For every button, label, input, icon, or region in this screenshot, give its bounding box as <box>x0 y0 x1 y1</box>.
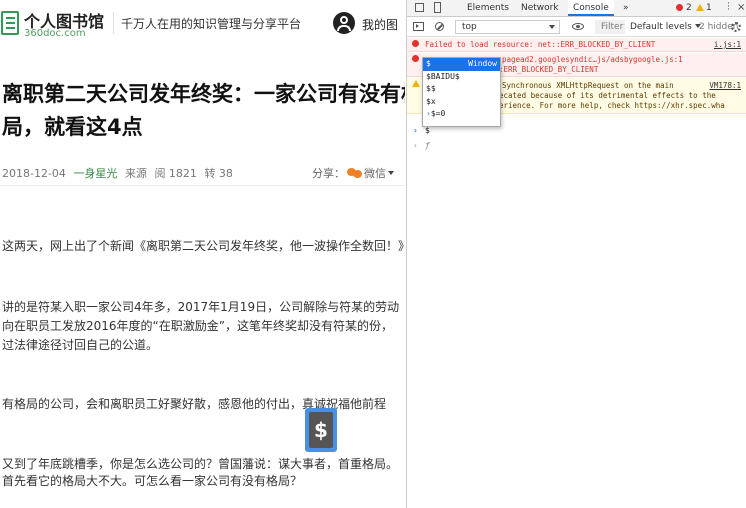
meta-divider <box>0 185 405 186</box>
console-message-error: Failed to load resource: net::ERR_BLOCKE… <box>407 38 746 52</box>
share-label: 分享： <box>312 167 345 180</box>
article-paragraph: 这两天，网上出了个新闻《离职第二天公司发年终奖，他一波操作全数回！》 <box>2 239 405 253</box>
article-paragraph: 首先看它的格局大不大。可怎么看一家公司有没有格局？ <box>2 474 303 488</box>
tab-network[interactable]: Network <box>521 3 559 13</box>
devtools-panel: Elements Network Console » 2 1 · · · × top… <box>406 0 746 508</box>
dollar-badge-icon[interactable]: $ <box>305 408 337 452</box>
console-input[interactable]: › $ <box>407 126 746 138</box>
warning-icon <box>412 80 420 87</box>
article-meta: 2018-12-04 一身星光 来源 阅 1821 转 38 <box>2 165 237 181</box>
context-select[interactable]: top <box>455 20 560 34</box>
warning-count-icon[interactable] <box>696 4 704 11</box>
article-paragraph: 有格局的公司，会和离职员工好聚好散，感恩他的付出，真诚祝福他前程 <box>2 397 387 411</box>
article-reads: 阅 1821 <box>154 167 197 180</box>
share-channel[interactable]: 微信 <box>364 167 386 180</box>
prompt-arrow-icon: › <box>413 126 418 135</box>
return-arrow-icon: ‹ <box>413 141 418 150</box>
log-levels-label: Default levels <box>630 22 692 32</box>
wechat-icon[interactable] <box>347 167 362 178</box>
live-expression-eye-icon[interactable] <box>572 23 584 30</box>
chevron-down-icon <box>549 25 555 29</box>
autocomplete-item[interactable]: $x <box>423 96 500 109</box>
warning-count[interactable]: 1 <box>706 3 712 13</box>
clear-console-icon[interactable] <box>435 22 444 31</box>
device-toolbar-icon[interactable] <box>434 2 441 13</box>
autocomplete-item[interactable]: ›$=0 <box>423 108 500 121</box>
article-paragraph: 讲的是符某入职一家公司4年多，2017年1月19日，公司解除与符某的劳动 <box>2 300 400 314</box>
article-paragraph: 过法律途径讨回自己的公道。 <box>2 338 159 352</box>
header-divider <box>113 12 114 34</box>
user-avatar-icon[interactable] <box>333 12 355 34</box>
error-icon <box>412 55 419 62</box>
message-text: ] Synchronous XMLHttpRequest on the main <box>493 81 674 90</box>
error-icon <box>412 40 419 47</box>
console-output-text: ƒ <box>425 141 430 150</box>
message-text: ecated because of its detrimental effect… <box>499 91 716 100</box>
tab-elements[interactable]: Elements <box>467 3 509 13</box>
article-reposts: 转 38 <box>204 167 233 180</box>
gear-icon[interactable] <box>731 22 741 32</box>
context-value: top <box>462 22 477 32</box>
dollar-symbol: $ <box>309 412 333 448</box>
message-text[interactable]: erience. For more help, check https://xh… <box>499 101 725 111</box>
chevron-down-icon[interactable] <box>388 171 394 175</box>
message-source-link[interactable]: VM178:1 <box>709 81 741 91</box>
autocomplete-item[interactable]: $BAIDU$ <box>423 71 500 84</box>
autocomplete-item[interactable]: $ Window <box>423 58 500 71</box>
share-menu[interactable]: 分享： 微信 <box>312 165 394 181</box>
message-source-link[interactable]: i.js:1 <box>714 40 741 50</box>
more-tabs-icon[interactable]: » <box>623 3 629 13</box>
kebab-menu-icon[interactable]: · · · <box>727 0 730 15</box>
my-library-link[interactable]: 我的图 <box>362 16 405 33</box>
article-author[interactable]: 一身星光 <box>73 167 117 180</box>
sidebar-toggle-icon[interactable] <box>413 22 424 31</box>
message-text: :ERR_BLOCKED_BY_CLIENT <box>499 65 599 74</box>
error-count[interactable]: 2 <box>686 3 692 13</box>
message-text[interactable]: o pagead2.googlesyndic…js/adsbygoogle.js… <box>493 55 683 65</box>
site-domain: 360doc.com <box>24 28 86 39</box>
article-date: 2018-12-04 <box>2 167 66 180</box>
devtools-tabbar: Elements Network Console » 2 1 · · · × <box>407 0 746 17</box>
console-input-text[interactable]: $ <box>425 126 430 135</box>
autocomplete-type-hint: Window <box>468 59 497 68</box>
filter-input[interactable]: Filter <box>595 20 625 34</box>
close-icon[interactable]: × <box>737 2 745 13</box>
autocomplete-item[interactable]: $$ <box>423 83 500 96</box>
console-toolbar: top Filter Default levels 2 hidden <box>407 18 746 37</box>
article-paragraph: 向在职员工发放2016年度的“在职激励金”，这笔年终奖却没有符某的份， <box>2 319 393 333</box>
article-source: 来源 <box>124 167 147 180</box>
site-header: 个人图书馆 360doc.com 千万人在用的知识管理与分享平台 我的图 <box>0 0 405 46</box>
book-logo-icon[interactable] <box>1 11 19 35</box>
error-count-icon[interactable] <box>676 4 683 11</box>
article-title: 离职第二天公司发年终奖：一家公司有没有格局，就看这4点 <box>2 82 405 139</box>
autocomplete-popup: $ Window $BAIDU$ $$ $x ›$=0 <box>422 57 501 127</box>
inspect-element-icon[interactable] <box>415 3 424 12</box>
log-levels-dropdown[interactable]: Default levels <box>630 22 701 32</box>
site-slogan: 千万人在用的知识管理与分享平台 <box>121 17 302 31</box>
article-page: 个人图书馆 360doc.com 千万人在用的知识管理与分享平台 我的图 离职第… <box>0 0 405 508</box>
tab-console[interactable]: Console <box>568 0 614 16</box>
console-eager-result: ‹ ƒ <box>407 141 746 153</box>
message-text: Failed to load resource: net::ERR_BLOCKE… <box>425 40 656 49</box>
